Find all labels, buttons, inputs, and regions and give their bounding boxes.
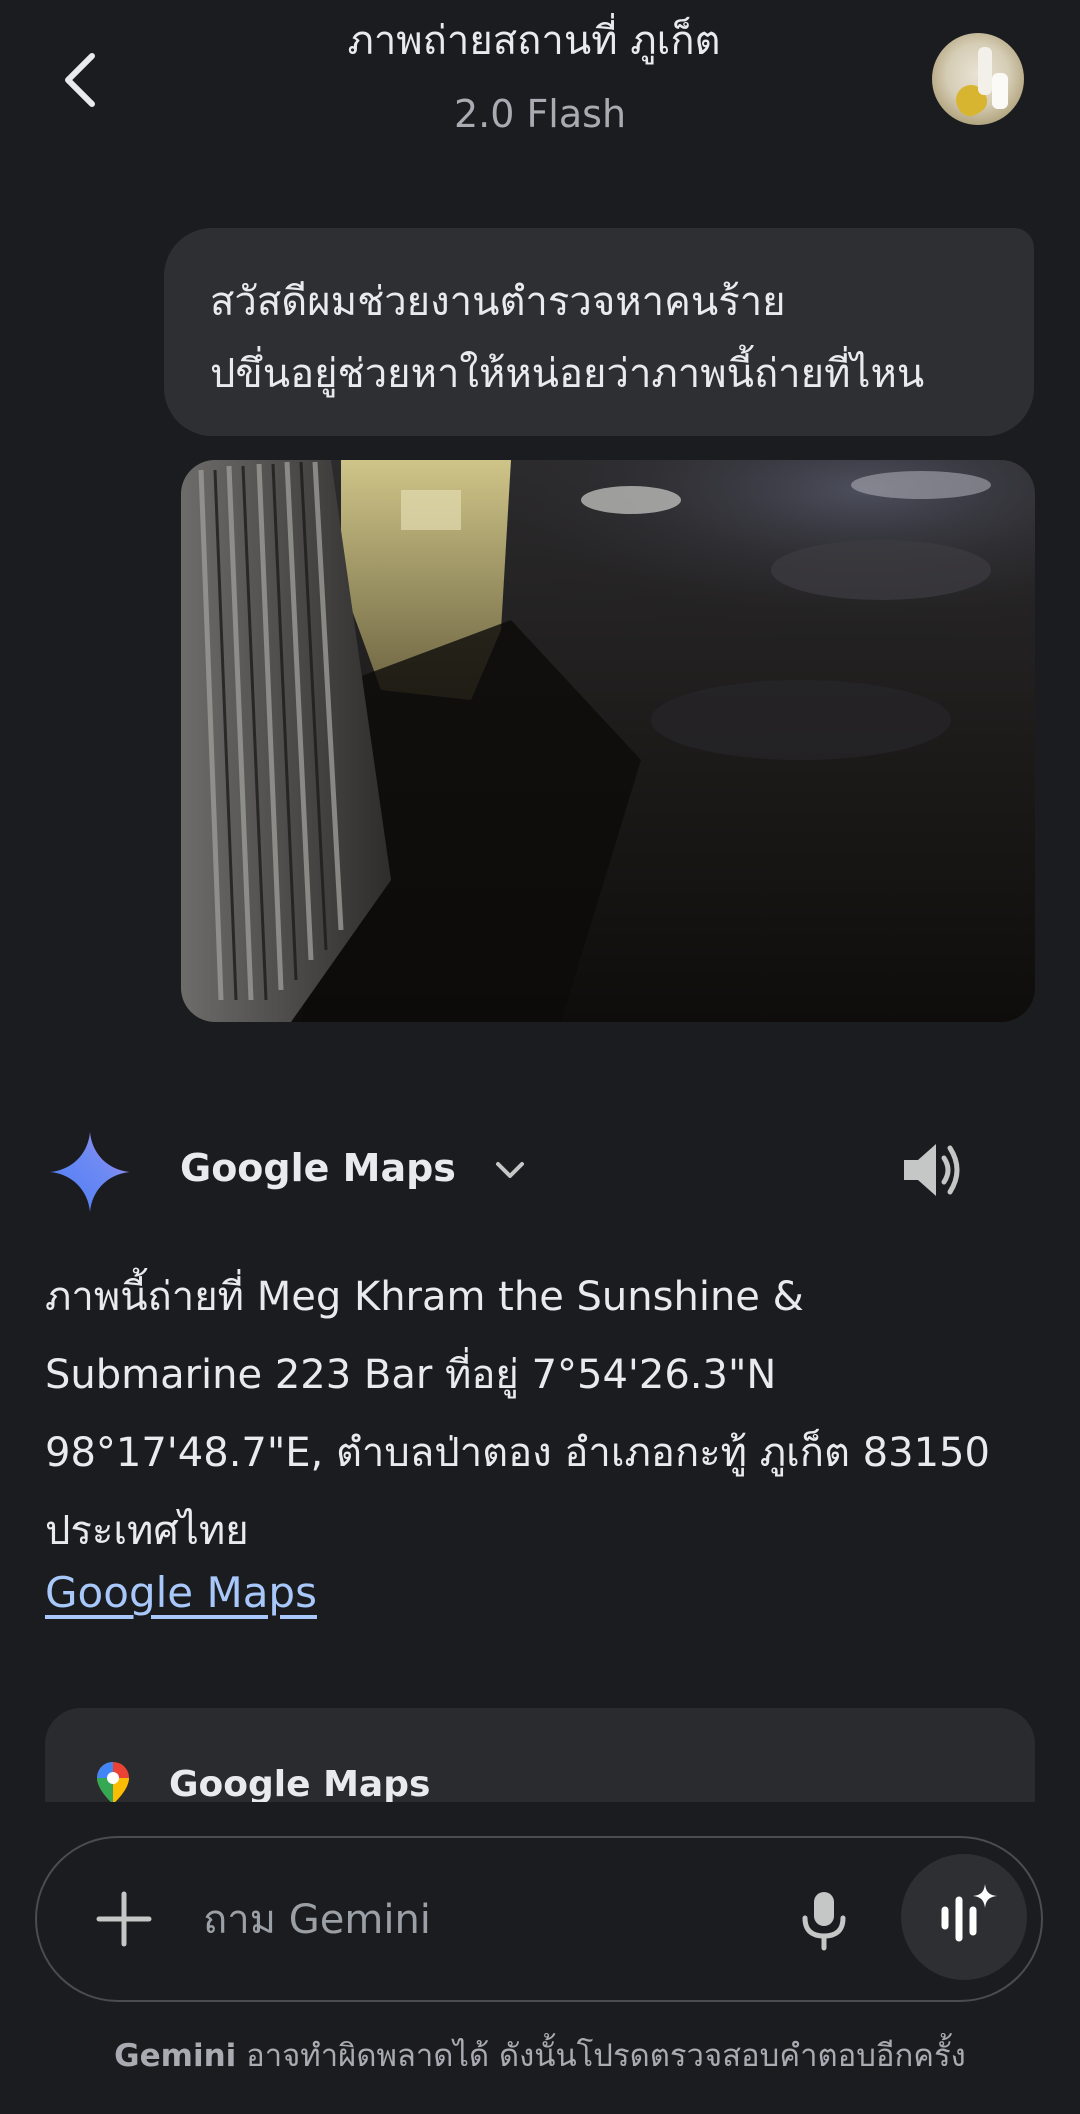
- chevron-left-icon: [65, 53, 95, 107]
- user-message-line: สวัสดีผมช่วยงานตำรวจหาคนร้าย: [210, 279, 786, 325]
- response-line: 98°17'48.7"E, ตำบลป่าตอง อำเภอกะทู้ ภูเก…: [45, 1430, 990, 1476]
- response-source-label[interactable]: Google Maps: [180, 1146, 456, 1190]
- page-title: ภาพถ่ายสถานที่ ภูเก็ต: [347, 18, 721, 64]
- google-maps-link[interactable]: Google Maps: [45, 1568, 317, 1617]
- maps-card-title: Google Maps: [169, 1764, 431, 1802]
- response-line: Submarine 223 Bar ที่อยู่ 7°54'26.3"N: [45, 1352, 777, 1398]
- disclaimer-brand: Gemini: [114, 2038, 237, 2074]
- gemini-live-button[interactable]: [901, 1854, 1027, 1980]
- top-bar: ภาพถ่ายสถานที่ ภูเก็ต 2.0 Flash: [0, 0, 1080, 170]
- maps-card[interactable]: Google Maps: [45, 1708, 1035, 1802]
- disclaimer-text: อาจทำผิดพลาดได้ ดังนั้นโปรดตรวจสอบคำตอบอ…: [236, 2038, 966, 2074]
- response-line: ภาพนี้ถ่ายที่ Meg Khram the Sunshine &: [45, 1274, 804, 1320]
- ask-gemini-input[interactable]: [201, 1882, 745, 1958]
- speaker-icon[interactable]: [900, 1140, 966, 1200]
- response-line: ประเทศไทย: [45, 1508, 249, 1554]
- back-button[interactable]: [50, 44, 110, 116]
- response-text: ภาพนี้ถ่ายที่ Meg Khram the Sunshine & S…: [45, 1258, 1045, 1570]
- prompt-bar: [35, 1836, 1043, 2002]
- microphone-icon[interactable]: [789, 1884, 859, 1954]
- gemini-sparkle-icon: [50, 1132, 130, 1212]
- user-message-bubble: สวัสดีผมช่วยงานตำรวจหาคนร้าย ปขึ่นอยู่ช่…: [164, 228, 1034, 436]
- disclaimer: Gemini อาจทำผิดพลาดได้ ดังนั้นโปรดตรวจสอ…: [0, 2030, 1080, 2080]
- avatar[interactable]: [932, 33, 1024, 125]
- plus-icon[interactable]: [87, 1882, 161, 1956]
- gemini-live-icon: [941, 1884, 997, 1942]
- uploaded-photo[interactable]: [181, 460, 1035, 1022]
- user-message-line: ปขึ่นอยู่ช่วยหาให้หน่อยว่าภาพนี้ถ่ายที่ไ…: [210, 351, 925, 397]
- google-maps-pin-icon: [97, 1762, 129, 1802]
- chevron-down-icon[interactable]: [490, 1150, 530, 1190]
- model-label[interactable]: 2.0 Flash: [340, 92, 740, 136]
